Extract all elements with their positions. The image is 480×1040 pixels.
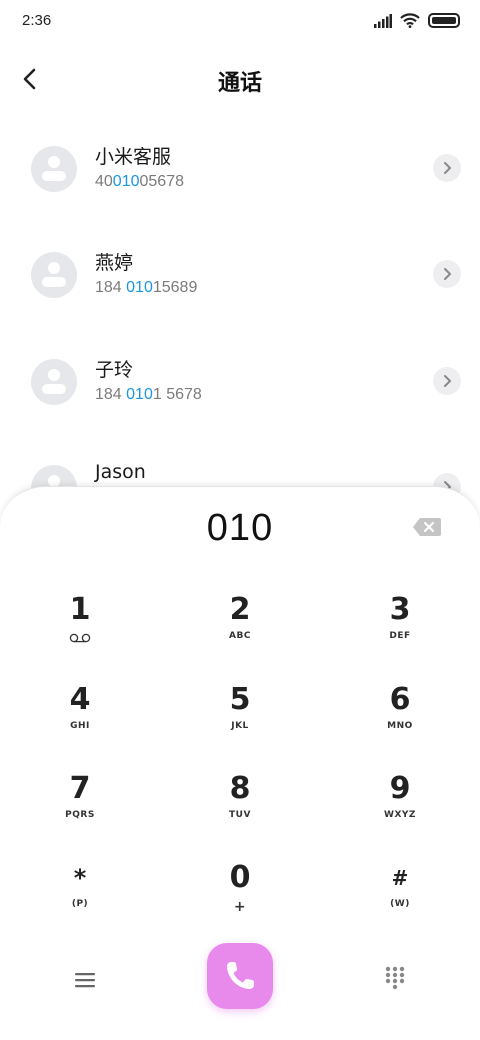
backspace-button[interactable] <box>412 517 442 537</box>
key-3[interactable]: 3 DEF <box>340 593 460 669</box>
contact-number: 184 0101 5678 <box>95 386 202 403</box>
contact-number: 184 01015689 <box>95 279 198 296</box>
contact-name: Jason <box>95 461 146 483</box>
dialpad-icon <box>385 966 405 990</box>
key-9[interactable]: 9 WXYZ <box>340 772 460 848</box>
key-4[interactable]: 4 GHI <box>20 683 140 759</box>
contact-row[interactable]: 子玲 184 0101 5678 <box>0 336 480 426</box>
dialer-bottom-bar <box>0 941 480 1021</box>
menu-button[interactable] <box>68 963 102 997</box>
dialed-number: 010 <box>206 507 274 549</box>
contact-row[interactable]: 小米客服 4001005678 <box>0 123 480 213</box>
key-5[interactable]: 5 JKL <box>180 683 300 759</box>
chevron-right-icon <box>444 268 451 280</box>
key-star[interactable]: * (P) <box>20 861 140 937</box>
contact-name: 子玲 <box>95 359 134 381</box>
page-title: 通话 <box>217 71 262 96</box>
call-button[interactable] <box>207 943 273 1009</box>
match-highlight: 010 <box>126 386 153 403</box>
battery-icon <box>428 13 460 28</box>
key-hash[interactable]: # (W) <box>340 861 460 937</box>
contact-name: 燕婷 <box>95 252 134 274</box>
status-bar: 2:36 <box>0 0 480 44</box>
chevron-right-icon <box>444 162 451 174</box>
contact-detail-button[interactable] <box>433 260 461 288</box>
match-highlight: 010 <box>112 173 140 190</box>
key-1[interactable]: 1 <box>20 593 140 669</box>
contact-detail-button[interactable] <box>433 154 461 182</box>
wifi-icon <box>400 13 420 28</box>
chevron-right-icon <box>444 375 451 387</box>
menu-icon <box>75 973 95 988</box>
key-7[interactable]: 7 PQRS <box>20 772 140 848</box>
dial-pad-sheet: 010 1 2 ABC 3 DEF 4 GHI 5 JKL 6 MNO 7 PQ… <box>0 486 480 1040</box>
backspace-icon <box>413 518 441 536</box>
match-highlight: 010 <box>126 279 153 296</box>
key-6[interactable]: 6 MNO <box>340 683 460 759</box>
contact-row[interactable]: 燕婷 184 01015689 <box>0 229 480 319</box>
avatar <box>31 146 77 192</box>
header: 通话 <box>0 56 480 102</box>
contact-name: 小米客服 <box>95 146 172 168</box>
contact-number: 4001005678 <box>95 173 184 190</box>
key-0[interactable]: 0 + <box>180 861 300 937</box>
key-2[interactable]: 2 ABC <box>180 593 300 669</box>
status-time: 2:36 <box>22 12 52 29</box>
phone-icon <box>227 962 254 989</box>
signal-icon <box>374 13 392 28</box>
avatar <box>31 359 77 405</box>
voicemail-icon <box>69 633 91 643</box>
status-icons <box>374 13 460 28</box>
contact-detail-button[interactable] <box>433 367 461 395</box>
avatar <box>31 252 77 298</box>
keypad-toggle-button[interactable] <box>378 961 412 995</box>
key-8[interactable]: 8 TUV <box>180 772 300 848</box>
